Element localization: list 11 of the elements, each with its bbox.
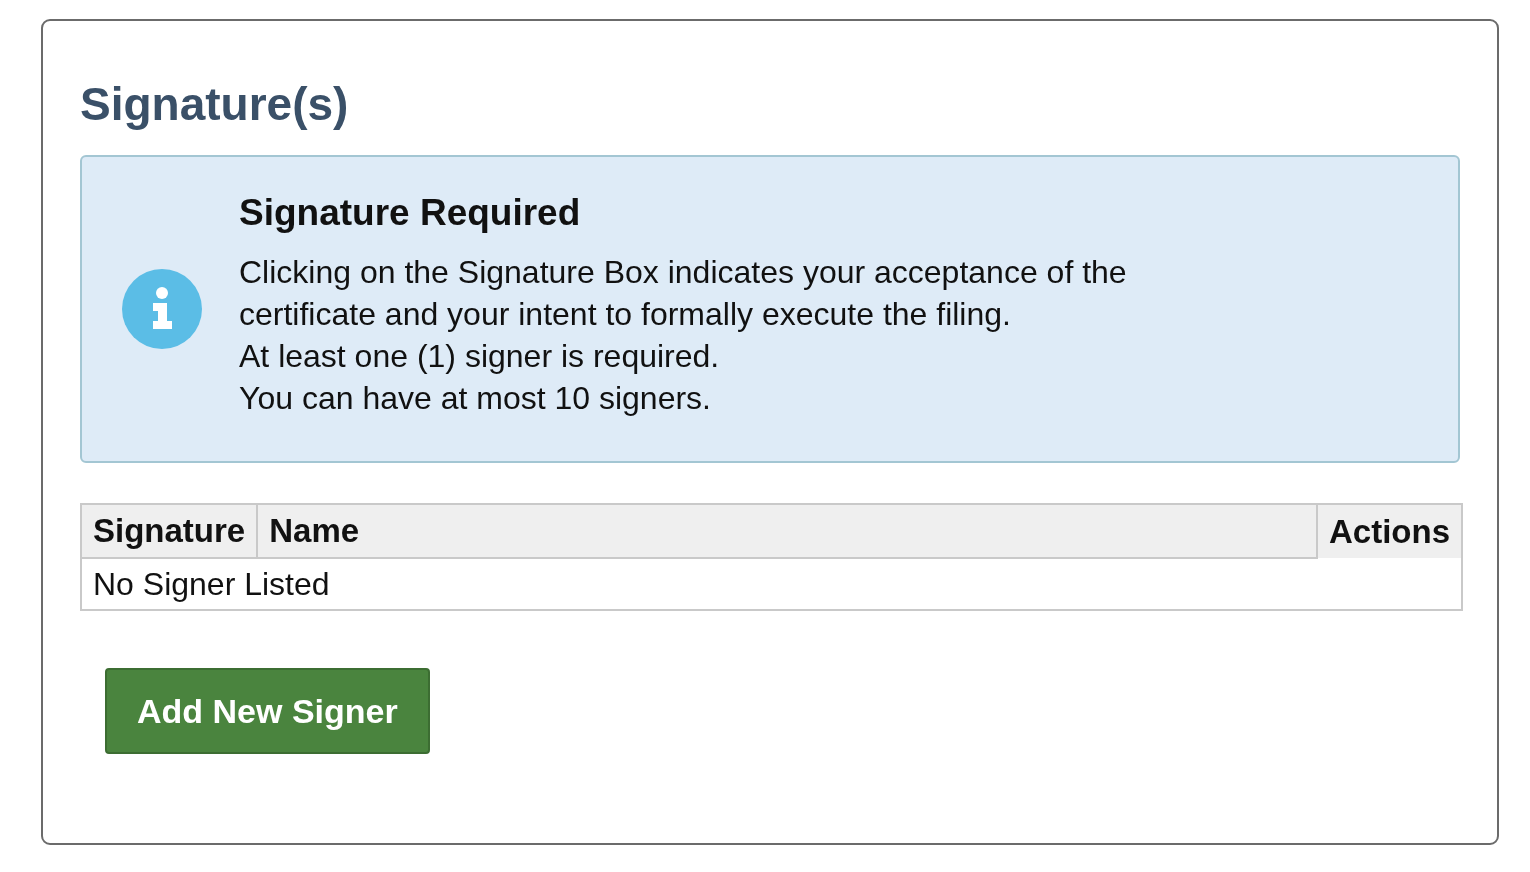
notice-text: You can have at most 10 signers. [239,379,712,418]
column-header: Signature [81,504,258,558]
section-title: Signature(s) [80,77,350,132]
info-icon [121,269,202,349]
table-cell: No Signer Listed [81,558,1462,610]
notice-heading: Signature Required [239,191,582,235]
notice-text: At least one (1) signer is required. [239,337,721,376]
column-header: Actions [1317,504,1462,558]
column-header: Name [257,504,1317,558]
add-signer-button[interactable]: Add New Signer [105,668,430,754]
notice-text: Clicking on the Signature Box indicates your acceptance of the certificate and your intent to formally execute the filing. [239,253,1128,334]
